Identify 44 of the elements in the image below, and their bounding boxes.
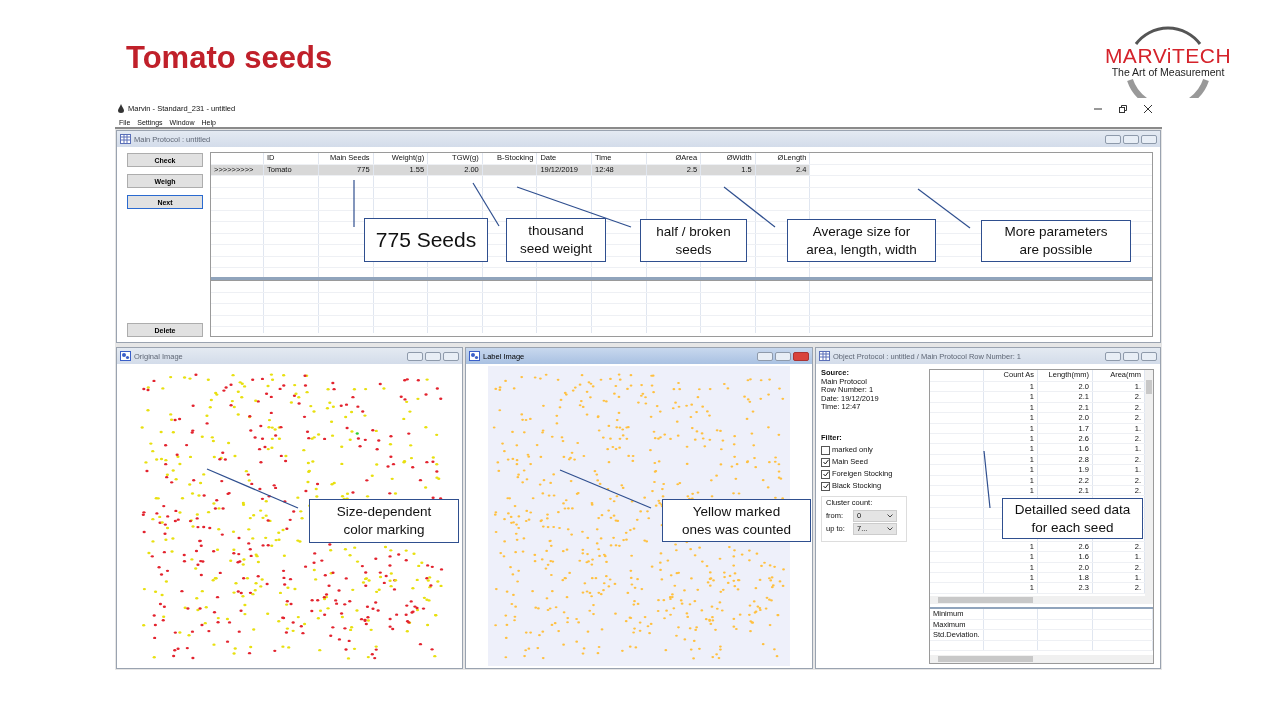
maximize-button[interactable] [1123,134,1139,144]
minimize-button[interactable] [1105,351,1121,361]
callout-box: Detailled seed data for each seed [1002,498,1143,539]
checkbox[interactable] [821,481,830,491]
horizontal-scrollbar[interactable] [930,596,1153,604]
leader-line [353,179,355,228]
maximize-button[interactable] [775,351,791,361]
callout-box: Size-dependent color marking [309,499,459,543]
maximize-button[interactable] [425,351,441,361]
image-icon [120,351,131,361]
drop-icon [118,104,124,114]
leader-line [917,188,971,229]
close-button[interactable] [793,351,809,361]
leader-line [723,186,776,228]
close-button[interactable] [1141,134,1157,144]
leader-line [983,450,991,509]
checkbox[interactable] [821,445,830,455]
minimize-button[interactable] [1105,134,1121,144]
callout-box: half / broken seeds [640,219,747,262]
close-icon[interactable] [1144,104,1152,113]
close-button[interactable] [443,351,459,361]
minimize-button[interactable] [407,351,423,361]
vertical-scrollbar[interactable] [1145,370,1153,596]
horizontal-scrollbar[interactable] [930,655,1153,663]
table-icon [819,351,830,361]
slide-title: Tomato seeds [126,40,333,76]
checkbox[interactable] [821,469,830,479]
close-button[interactable] [1141,351,1157,361]
callout-box: More parameters are possible [981,220,1131,262]
chevron-down-icon [887,514,893,518]
image-icon [469,351,480,361]
checkbox[interactable] [821,457,830,467]
leader-line [472,182,500,227]
maximize-button[interactable] [1123,351,1139,361]
table-icon [120,134,131,144]
logo-tagline: The Art of Measurement [1111,66,1225,78]
logo-wordmark: MARViTECH [1104,46,1232,66]
restore-icon[interactable] [1119,104,1127,113]
callout-box: thousand seed weight [506,218,606,262]
callout-box: 775 Seeds [364,218,488,262]
callout-box: Yellow marked ones was counted [662,499,811,542]
chevron-down-icon [887,527,893,531]
callout-box: Average size for area, length, width [787,219,936,262]
minimize-button[interactable] [757,351,773,361]
